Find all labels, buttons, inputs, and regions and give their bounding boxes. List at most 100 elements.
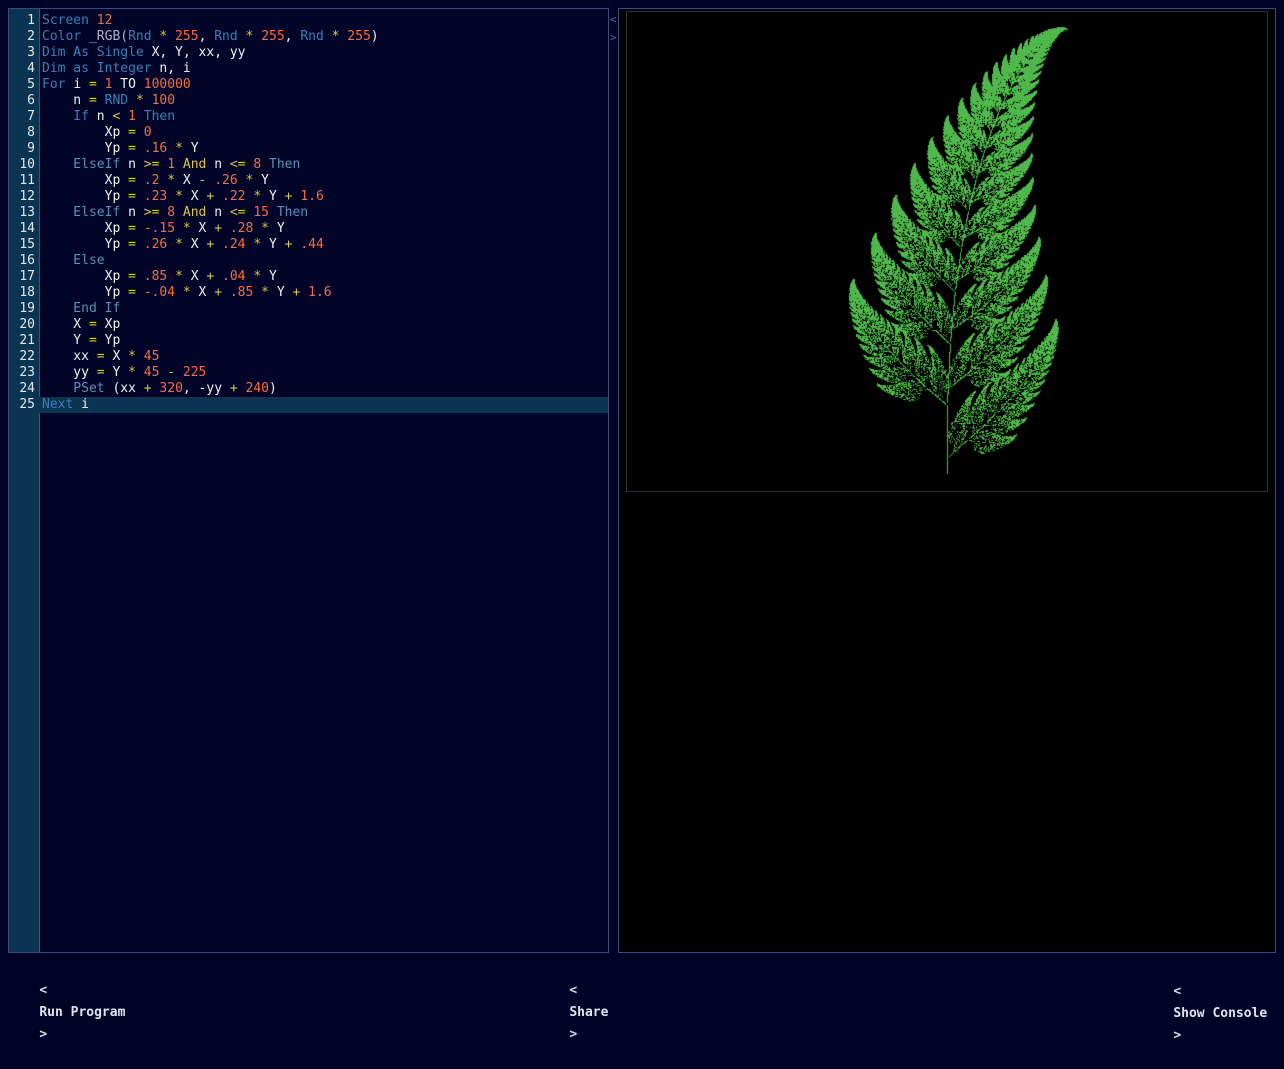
code-token: Xp — [42, 221, 128, 236]
code-line[interactable]: 13 ElseIf n >= 8 And n <= 15 Then — [9, 205, 608, 221]
code-line[interactable]: 12 Yp = .23 * X + .22 * Y + 1.6 — [9, 189, 608, 205]
line-number: 4 — [9, 61, 35, 77]
code-line[interactable]: 23 yy = Y * 45 - 225 — [9, 365, 608, 381]
code-token: n, i — [159, 61, 190, 76]
line-number: 13 — [9, 205, 35, 221]
code-line[interactable]: 15 Yp = .26 * X + .24 * Y + .44 — [9, 237, 608, 253]
code-token: >= — [144, 205, 167, 220]
code-line[interactable]: 10 ElseIf n >= 1 And n <= 8 Then — [9, 157, 608, 173]
code-line[interactable]: 17 Xp = .85 * X + .04 * Y — [9, 269, 608, 285]
code-line[interactable]: 14 Xp = -.15 * X + .28 * Y — [9, 221, 608, 237]
code-token: Xp — [105, 317, 121, 332]
code-token: Rnd — [128, 29, 159, 44]
code-line[interactable]: 16 Else — [9, 253, 608, 269]
code-token: .22 — [222, 189, 253, 204]
code-token: .16 — [144, 141, 175, 156]
fern-canvas — [627, 12, 1267, 491]
code-token: = — [128, 237, 144, 252]
code-token: = — [89, 93, 105, 108]
code-token: + — [285, 237, 301, 252]
code-token: * — [175, 141, 191, 156]
show-console-button[interactable]: < Show Console > — [1142, 959, 1267, 981]
code-token: * — [246, 29, 262, 44]
code-line[interactable]: 11 Xp = .2 * X - .26 * Y — [9, 173, 608, 189]
code-token: 45 — [144, 365, 167, 380]
chevron-left-icon: < — [1173, 984, 1181, 999]
code-token: Rnd — [214, 29, 245, 44]
code-line[interactable]: 22 xx = X * 45 — [9, 349, 608, 365]
code-token: * — [128, 349, 144, 364]
code-token: * — [253, 237, 269, 252]
code-token: 1 — [128, 109, 144, 124]
code-line[interactable]: 5 For i = 1 TO 100000 — [9, 77, 608, 93]
code-token: X, Y, xx, yy — [152, 45, 246, 60]
code-token: End If — [42, 301, 120, 316]
run-program-button[interactable]: < Run Program > — [8, 958, 125, 980]
code-token: Color — [42, 29, 89, 44]
code-token: < — [112, 109, 128, 124]
code-token: yy — [42, 365, 97, 380]
code-token: Then — [144, 109, 175, 124]
expand-right-icon[interactable]: > — [610, 29, 618, 47]
code-token: Y — [42, 333, 89, 348]
line-number: 20 — [9, 317, 35, 333]
code-line[interactable]: 3 Dim As Single X, Y, xx, yy — [9, 45, 608, 61]
chevron-right-icon: > — [569, 1027, 577, 1042]
line-number: 7 — [9, 109, 35, 125]
code-text: If n < 1 Then — [42, 109, 175, 125]
code-line[interactable]: 18 Yp = -.04 * X + .85 * Y + 1.6 — [9, 285, 608, 301]
code-token: + — [230, 381, 246, 396]
code-line[interactable]: 8 Xp = 0 — [9, 125, 608, 141]
code-token: Y — [191, 141, 199, 156]
code-token: * — [175, 237, 191, 252]
code-token: .44 — [300, 237, 323, 252]
chevron-right-icon: > — [1173, 1028, 1181, 1043]
code-line[interactable]: 21 Y = Yp — [9, 333, 608, 349]
code-token: .2 — [144, 173, 167, 188]
code-token: * — [246, 173, 262, 188]
line-number: 10 — [9, 157, 35, 173]
code-token: <= — [230, 205, 253, 220]
code-token: * — [261, 221, 277, 236]
code-token: n — [128, 205, 144, 220]
code-token: 1.6 — [300, 189, 323, 204]
code-line[interactable]: 4 Dim as Integer n, i — [9, 61, 608, 77]
pane-splitter[interactable]: < > — [610, 11, 618, 47]
code-line[interactable]: 25 Next i — [9, 397, 608, 413]
code-line[interactable]: 19 End If — [9, 301, 608, 317]
code-text: xx = X * 45 — [42, 349, 159, 365]
code-token: + — [206, 269, 222, 284]
code-token: 8 — [167, 205, 183, 220]
code-token: 8 — [253, 157, 269, 172]
code-text: Xp = 0 — [42, 125, 152, 141]
code-token: X — [191, 189, 207, 204]
code-line[interactable]: 24 PSet (xx + 320, -yy + 240) — [9, 381, 608, 397]
line-number: 21 — [9, 333, 35, 349]
line-number: 15 — [9, 237, 35, 253]
code-line[interactable]: 6 n = RND * 100 — [9, 93, 608, 109]
code-line[interactable]: 20 X = Xp — [9, 317, 608, 333]
code-line[interactable]: 1 Screen 12 — [9, 13, 608, 29]
code-text: Y = Yp — [42, 333, 120, 349]
code-lines[interactable]: 1 Screen 12 2 Color _RGB(Rnd * 255, Rnd * 2… — [9, 13, 608, 413]
share-button[interactable]: < Share > — [538, 958, 608, 980]
code-token: = — [97, 349, 113, 364]
code-line[interactable]: 9 Yp = .16 * Y — [9, 141, 608, 157]
chevron-left-icon: < — [569, 983, 577, 998]
code-token: = — [128, 189, 144, 204]
code-token: Y — [269, 269, 277, 284]
code-token: = — [128, 141, 144, 156]
code-editor[interactable]: 1 Screen 12 2 Color _RGB(Rnd * 255, Rnd * 2… — [8, 8, 609, 953]
code-token: = — [97, 365, 113, 380]
code-token: .85 — [230, 285, 261, 300]
line-number: 6 — [9, 93, 35, 109]
code-line[interactable]: 2 Color _RGB(Rnd * 255, Rnd * 255, Rnd * … — [9, 29, 608, 45]
code-token: ) — [371, 29, 379, 44]
code-token: And — [183, 157, 214, 172]
code-token: * — [183, 285, 199, 300]
collapse-left-icon[interactable]: < — [610, 11, 618, 29]
chevron-left-icon: < — [39, 983, 47, 998]
code-token: 0 — [144, 125, 152, 140]
code-token: Xp — [42, 125, 128, 140]
code-line[interactable]: 7 If n < 1 Then — [9, 109, 608, 125]
